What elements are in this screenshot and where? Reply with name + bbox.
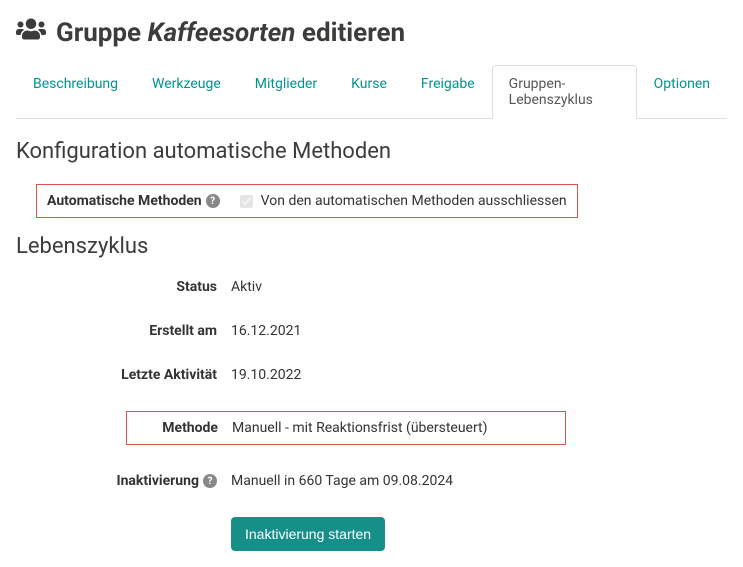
label-last-activity: Letzte Aktivität: [16, 367, 231, 383]
row-inactivation: Inaktivierung ? Manuell in 660 Tage am 0…: [16, 473, 727, 489]
auto-methods-highlight: Automatische Methoden ? Von den automati…: [36, 184, 578, 218]
tab-kurse[interactable]: Kurse: [334, 65, 404, 119]
row-method-highlight: Methode Manuell - mit Reaktionsfrist (üb…: [126, 411, 566, 445]
value-created: 16.12.2021: [231, 323, 301, 339]
tab-optionen[interactable]: Optionen: [637, 65, 727, 119]
tabs: Beschreibung Werkzeuge Mitglieder Kurse …: [16, 65, 727, 119]
value-inactivation: Manuell in 660 Tage am 09.08.2024: [231, 473, 453, 489]
row-status: Status Aktiv: [16, 279, 727, 295]
auto-methods-checkbox-wrap[interactable]: Von den automatischen Methoden ausschlie…: [240, 193, 567, 209]
section-heading-auto-methods: Konfiguration automatische Methoden: [16, 139, 727, 164]
title-prefix: Gruppe: [56, 18, 141, 48]
start-inactivation-button[interactable]: Inaktivierung starten: [231, 517, 385, 551]
auto-methods-label: Automatische Methoden ?: [47, 193, 220, 209]
tab-gruppen-lebenszyklus[interactable]: Gruppen-Lebenszyklus: [492, 65, 637, 119]
value-method: Manuell - mit Reaktionsfrist (übersteuer…: [232, 420, 488, 436]
help-icon[interactable]: ?: [206, 194, 220, 208]
row-created: Erstellt am 16.12.2021: [16, 323, 727, 339]
auto-methods-checkbox[interactable]: [240, 195, 253, 208]
help-icon[interactable]: ?: [203, 474, 217, 488]
row-last-activity: Letzte Aktivität 19.10.2022: [16, 367, 727, 383]
label-method: Methode: [127, 420, 232, 436]
tab-werkzeuge[interactable]: Werkzeuge: [135, 65, 238, 119]
label-inactivation: Inaktivierung ?: [16, 473, 231, 489]
auto-methods-checkbox-label: Von den automatischen Methoden ausschlie…: [261, 193, 567, 209]
section-heading-lifecycle: Lebenszyklus: [16, 234, 727, 259]
tab-beschreibung[interactable]: Beschreibung: [16, 65, 135, 119]
page-title: Gruppe Kaffeesorten editieren: [16, 16, 727, 49]
tab-freigabe[interactable]: Freigabe: [404, 65, 492, 119]
title-suffix: editieren: [302, 18, 405, 48]
value-status: Aktiv: [231, 279, 262, 295]
title-italic: Kaffeesorten: [148, 18, 296, 48]
label-created: Erstellt am: [16, 323, 231, 339]
tab-mitglieder[interactable]: Mitglieder: [238, 65, 334, 119]
label-status: Status: [16, 279, 231, 295]
users-icon: [16, 16, 46, 49]
value-last-activity: 19.10.2022: [231, 367, 301, 383]
button-row: Inaktivierung starten: [231, 517, 727, 551]
